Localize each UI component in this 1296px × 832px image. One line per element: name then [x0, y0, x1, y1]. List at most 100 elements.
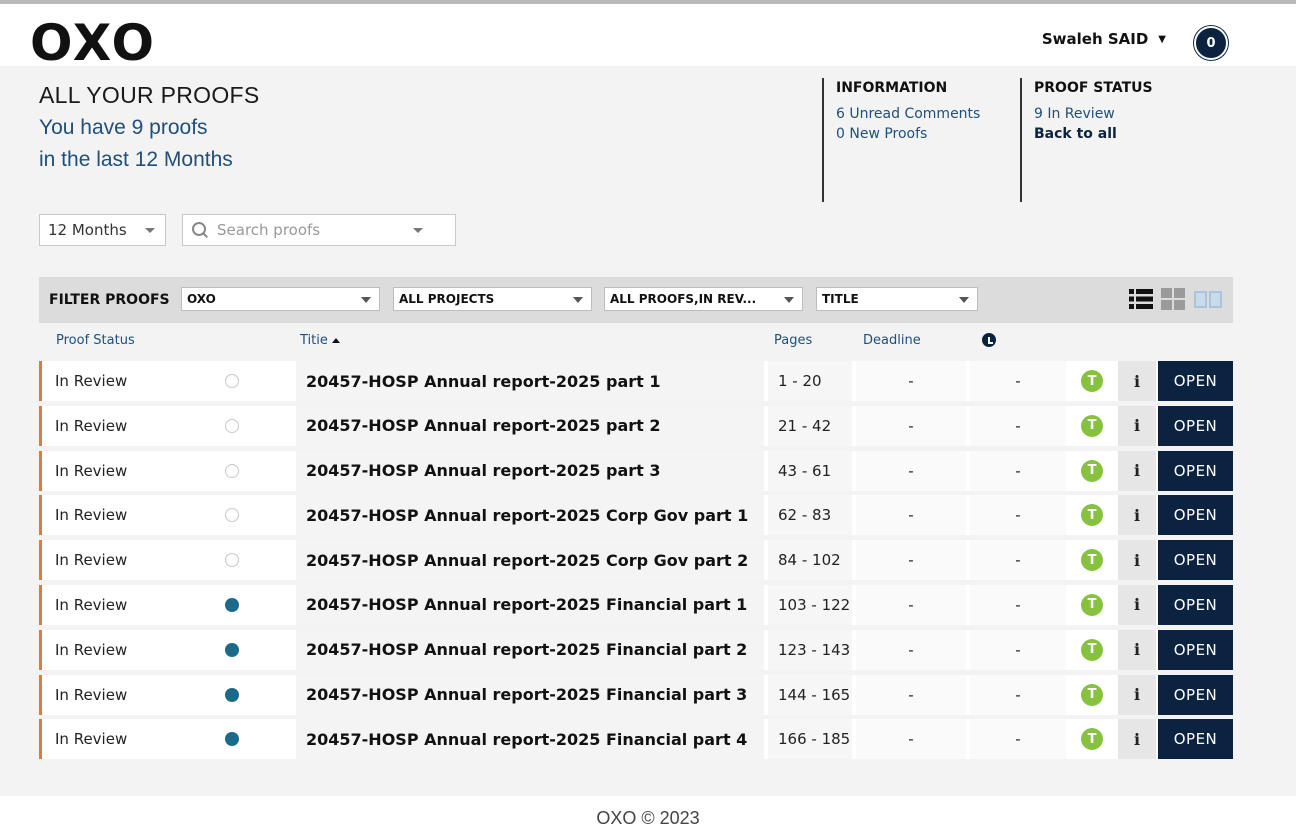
grid-view-icon[interactable] — [1161, 288, 1185, 310]
info-icon[interactable]: i — [1118, 674, 1156, 715]
row-title[interactable]: 20457-HOSP Annual report-2025 part 3 — [296, 450, 764, 491]
list-view-icon[interactable] — [1129, 288, 1153, 310]
chevron-down-icon — [784, 297, 794, 303]
open-button[interactable]: OPEN — [1158, 584, 1233, 625]
table-row[interactable]: In Review 20457-HOSP Annual report-2025 … — [39, 719, 1233, 760]
proof-status-panel: PROOF STATUS 9 In Review Back to all — [1020, 78, 1200, 202]
t-badge-icon[interactable]: T — [1070, 719, 1114, 759]
search-placeholder: Search proofs — [217, 221, 321, 239]
proofs-table: In Review 20457-HOSP Annual report-2025 … — [39, 361, 1233, 764]
unread-comments-link[interactable]: 6 Unread Comments — [836, 104, 1018, 124]
row-alarm: - — [970, 495, 1066, 536]
read-indicator-icon — [224, 406, 240, 446]
notification-badge[interactable]: 0 — [1194, 26, 1228, 60]
in-review-link[interactable]: 9 In Review — [1034, 104, 1200, 124]
t-badge-icon[interactable]: T — [1070, 361, 1114, 401]
open-button[interactable]: OPEN — [1158, 674, 1233, 715]
book-view-icon[interactable] — [1193, 288, 1223, 310]
t-badge-icon[interactable]: T — [1070, 630, 1114, 670]
search-proofs-select[interactable]: Search proofs — [182, 214, 456, 246]
unread-indicator-icon — [224, 719, 240, 759]
open-button[interactable]: OPEN — [1158, 629, 1233, 670]
row-pages: 62 - 83 — [768, 495, 852, 536]
t-badge-icon[interactable]: T — [1070, 495, 1114, 535]
info-icon[interactable]: i — [1118, 405, 1156, 446]
view-switcher — [1129, 288, 1223, 310]
projects-filter-select[interactable]: ALL PROJECTS — [393, 287, 592, 311]
read-indicator-icon — [224, 540, 240, 580]
page-title: ALL YOUR PROOFS — [39, 82, 260, 108]
row-pages: 21 - 42 — [768, 405, 852, 446]
period-select[interactable]: 12 Months — [39, 214, 166, 246]
table-row[interactable]: In Review 20457-HOSP Annual report-2025 … — [39, 405, 1233, 446]
info-icon[interactable]: i — [1118, 450, 1156, 491]
info-icon[interactable]: i — [1118, 540, 1156, 581]
row-title[interactable]: 20457-HOSP Annual report-2025 part 2 — [296, 405, 764, 446]
info-icon[interactable]: i — [1118, 495, 1156, 536]
new-proofs-link[interactable]: 0 New Proofs — [836, 124, 1018, 144]
table-row[interactable]: In Review 20457-HOSP Annual report-2025 … — [39, 450, 1233, 491]
user-name: Swaleh SAID — [1041, 30, 1149, 48]
table-row[interactable]: In Review 20457-HOSP Annual report-2025 … — [39, 584, 1233, 625]
client-filter-select[interactable]: OXO — [181, 287, 380, 311]
sort-select[interactable]: TITLE — [816, 287, 978, 311]
row-status: In Review — [55, 551, 128, 570]
table-row[interactable]: In Review 20457-HOSP Annual report-2025 … — [39, 629, 1233, 670]
open-button[interactable]: OPEN — [1158, 495, 1233, 536]
info-icon[interactable]: i — [1118, 361, 1156, 401]
alarm-clock-icon — [982, 333, 996, 347]
open-button[interactable]: OPEN — [1158, 719, 1233, 760]
sort-ascending-icon — [331, 338, 340, 343]
period-select-value: 12 Months — [48, 221, 127, 239]
proofs-filter-select[interactable]: ALL PROOFS,IN REV... — [604, 287, 803, 311]
column-header-pages[interactable]: Pages — [774, 333, 812, 348]
filter-label: FILTER PROOFS — [49, 292, 170, 308]
row-title[interactable]: 20457-HOSP Annual report-2025 Corp Gov p… — [296, 540, 764, 581]
t-badge-icon[interactable]: T — [1070, 406, 1114, 446]
row-title[interactable]: 20457-HOSP Annual report-2025 Financial … — [296, 629, 764, 670]
row-title[interactable]: 20457-HOSP Annual report-2025 Corp Gov p… — [296, 495, 764, 536]
row-alarm: - — [970, 719, 1066, 760]
row-deadline: - — [856, 450, 966, 491]
row-title[interactable]: 20457-HOSP Annual report-2025 part 1 — [296, 361, 764, 401]
open-button[interactable]: OPEN — [1158, 361, 1233, 401]
unread-indicator-icon — [224, 630, 240, 670]
filter-bar: FILTER PROOFS OXO ALL PROJECTS ALL PROOF… — [39, 277, 1233, 323]
column-header-status[interactable]: Proof Status — [56, 333, 135, 348]
info-icon[interactable]: i — [1118, 629, 1156, 670]
t-badge-icon[interactable]: T — [1070, 585, 1114, 625]
open-button[interactable]: OPEN — [1158, 450, 1233, 491]
information-heading: INFORMATION — [836, 80, 948, 96]
row-title[interactable]: 20457-HOSP Annual report-2025 Financial … — [296, 674, 764, 715]
row-alarm: - — [970, 584, 1066, 625]
row-status: In Review — [55, 685, 128, 704]
info-icon[interactable]: i — [1118, 719, 1156, 760]
row-deadline: - — [856, 405, 966, 446]
proofs-filter-value: ALL PROOFS,IN REV... — [610, 292, 757, 306]
column-header-title[interactable]: Titie — [300, 333, 340, 348]
proof-count-text: You have 9 proofs — [39, 116, 208, 139]
chevron-down-icon — [145, 228, 155, 233]
t-badge-icon[interactable]: T — [1070, 451, 1114, 491]
info-icon[interactable]: i — [1118, 584, 1156, 625]
unread-indicator-icon — [224, 675, 240, 715]
t-badge-icon[interactable]: T — [1070, 675, 1114, 715]
open-button[interactable]: OPEN — [1158, 540, 1233, 581]
back-to-all-link[interactable]: Back to all — [1034, 124, 1200, 144]
table-row[interactable]: In Review 20457-HOSP Annual report-2025 … — [39, 495, 1233, 536]
period-text: in the last 12 Months — [39, 148, 233, 171]
unread-indicator-icon — [224, 585, 240, 625]
row-title[interactable]: 20457-HOSP Annual report-2025 Financial … — [296, 719, 764, 760]
table-row[interactable]: In Review 20457-HOSP Annual report-2025 … — [39, 674, 1233, 715]
table-row[interactable]: In Review 20457-HOSP Annual report-2025 … — [39, 540, 1233, 581]
user-menu[interactable]: Swaleh SAID ▼ — [1042, 30, 1166, 48]
information-panel: INFORMATION 6 Unread Comments 0 New Proo… — [822, 78, 1018, 202]
table-row[interactable]: In Review 20457-HOSP Annual report-2025 … — [39, 361, 1233, 401]
open-button[interactable]: OPEN — [1158, 405, 1233, 446]
column-header-deadline[interactable]: Deadline — [863, 333, 921, 348]
row-pages: 1 - 20 — [768, 361, 852, 401]
row-title[interactable]: 20457-HOSP Annual report-2025 Financial … — [296, 584, 764, 625]
t-badge-icon[interactable]: T — [1070, 540, 1114, 580]
oxo-logo[interactable]: OXO — [30, 16, 156, 70]
row-deadline: - — [856, 674, 966, 715]
